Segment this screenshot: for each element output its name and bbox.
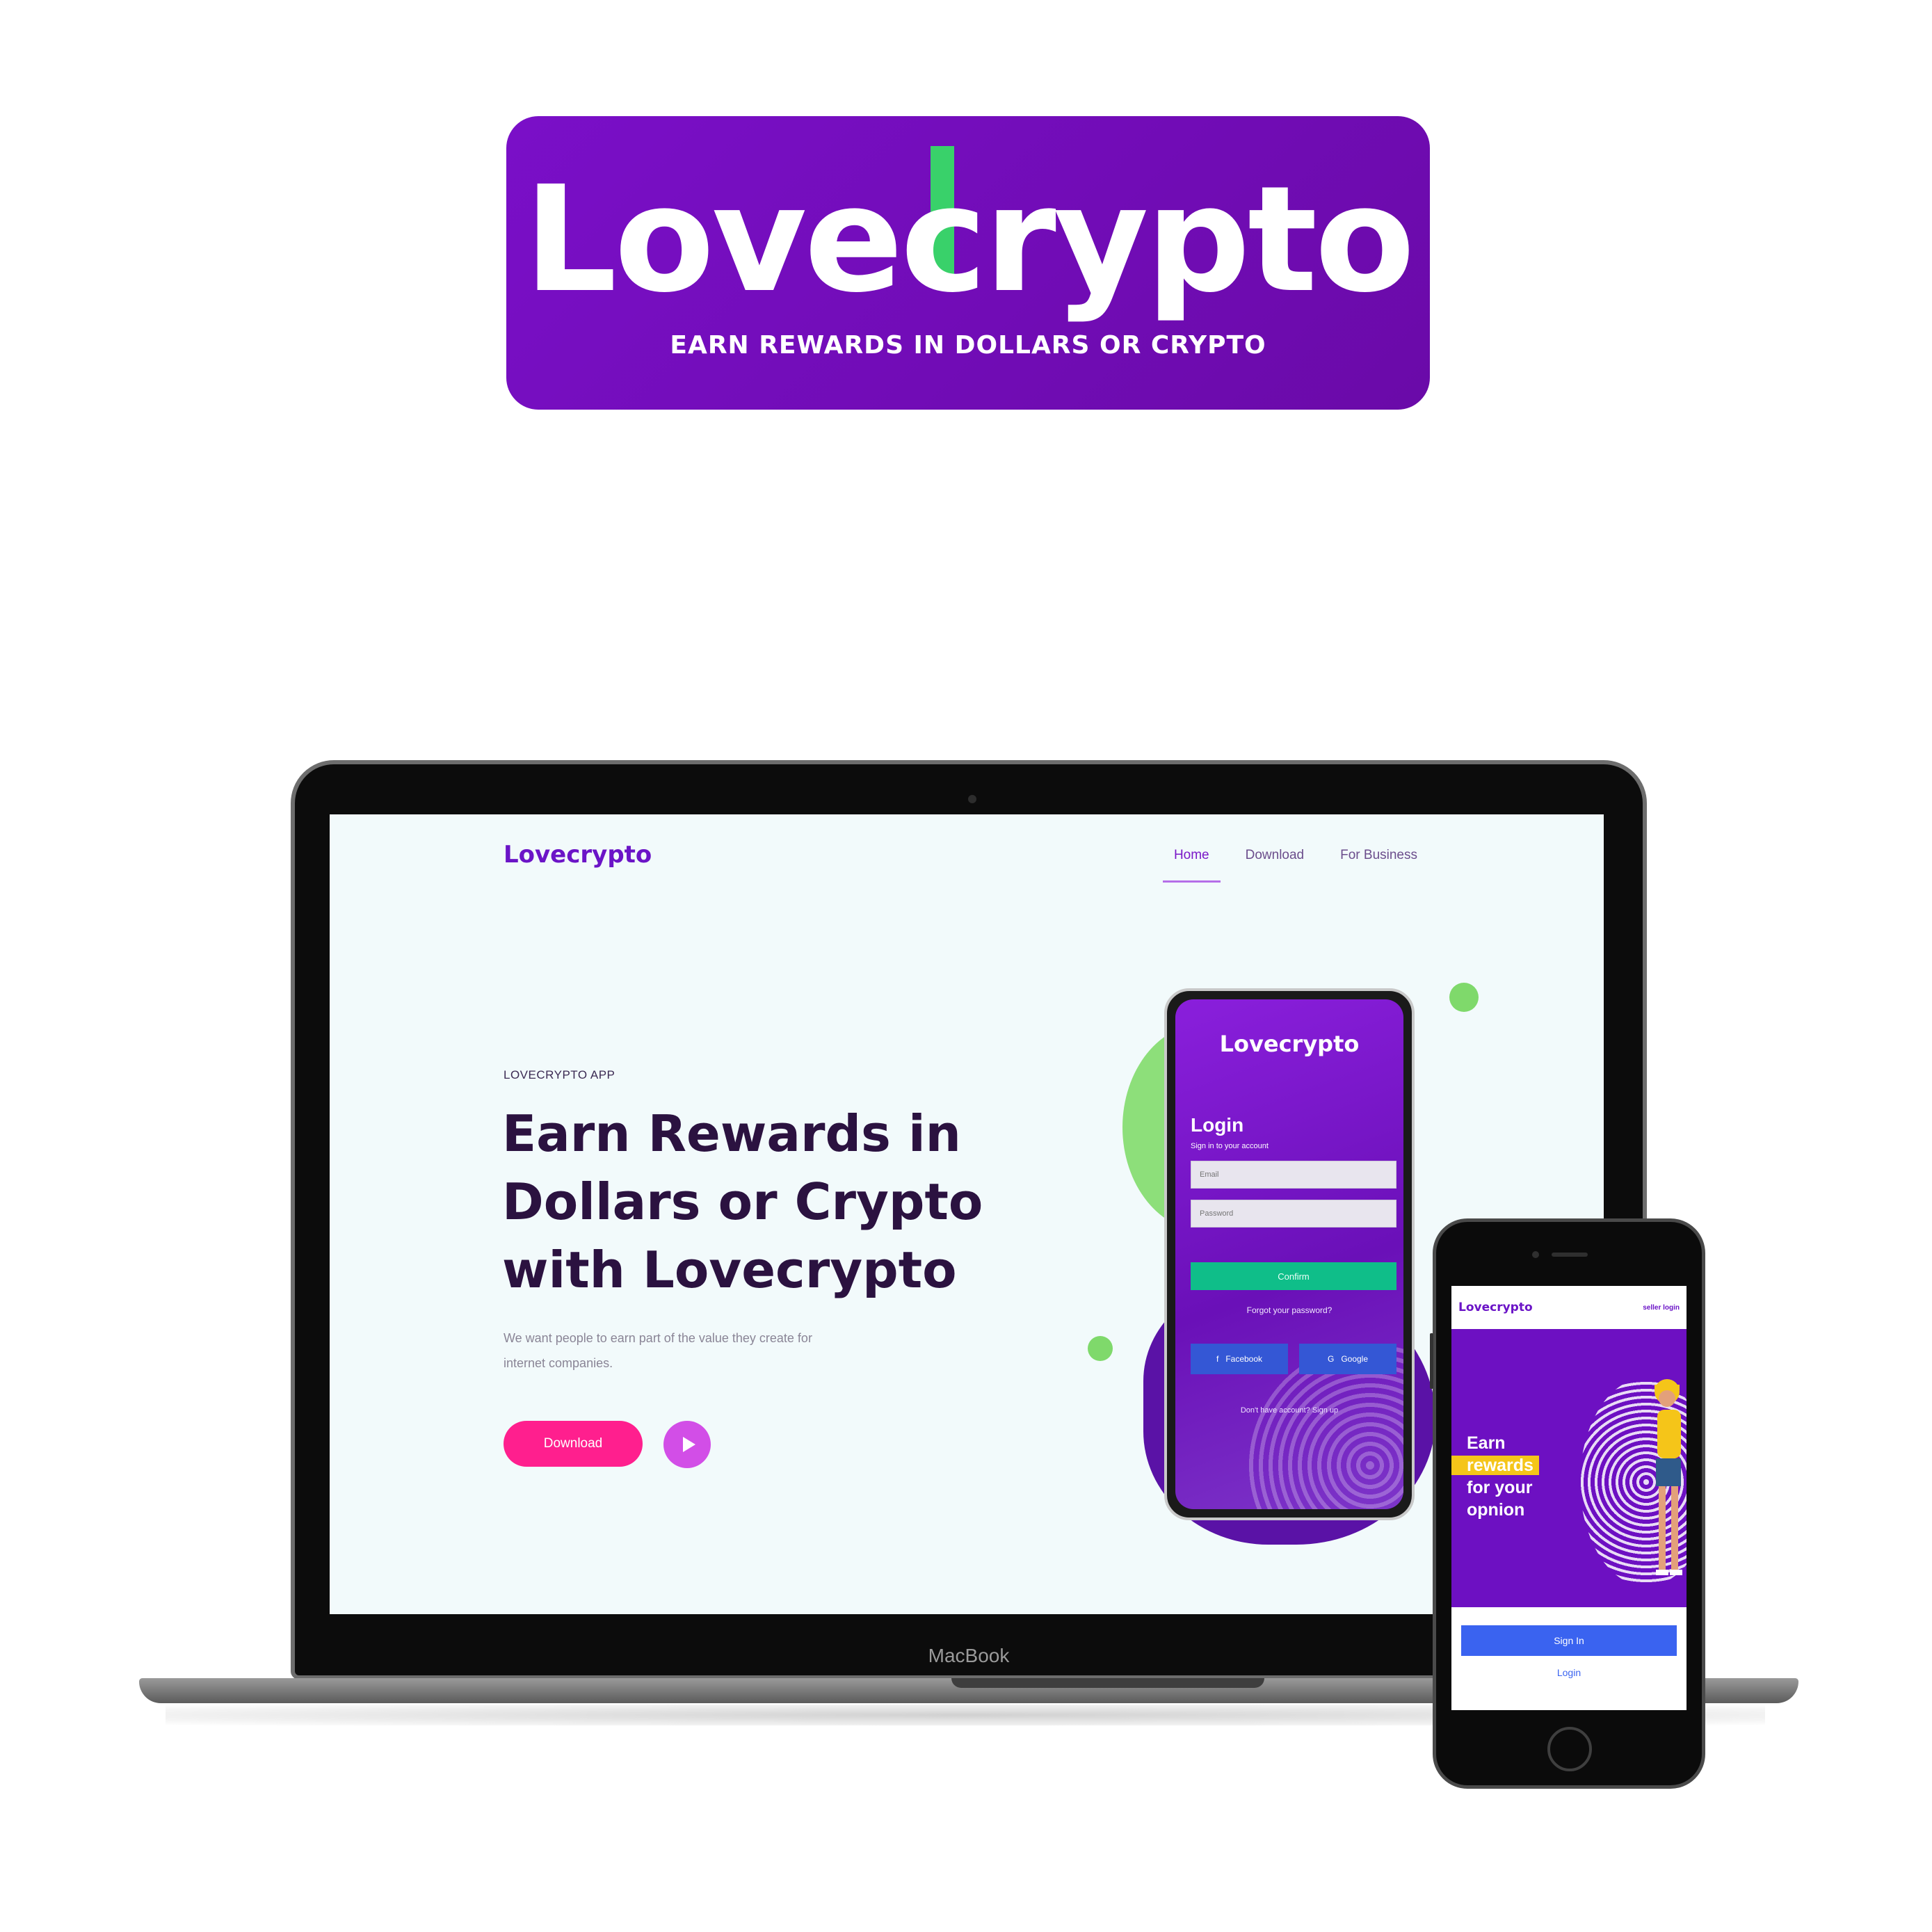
nav-home[interactable]: Home [1163, 848, 1221, 883]
login-phone-screen: Lovecrypto Login Sign in to your account… [1175, 999, 1403, 1509]
laptop-screen: Lovecrypto Home Download For Business LO… [330, 814, 1604, 1614]
logo-prefix: Love [524, 154, 903, 325]
front-camera-icon [1532, 1251, 1539, 1258]
hero-line: for your [1467, 1478, 1533, 1497]
site-logo[interactable]: Lovecrypto [504, 841, 652, 869]
hero-text: We want people to earn part of the value… [504, 1331, 812, 1370]
iphone-mockup: Lovecrypto seller login Earn rewards for… [1430, 1218, 1705, 1789]
hero-line: Earn [1467, 1433, 1506, 1453]
seller-login-link[interactable]: seller login [1643, 1304, 1680, 1312]
home-button[interactable] [1547, 1727, 1592, 1771]
webcam-icon [968, 795, 976, 803]
mobile-logo[interactable]: Lovecrypto [1458, 1301, 1533, 1314]
logo-suffix: rypto [984, 154, 1415, 325]
decor-green-dot [1449, 983, 1479, 1012]
forgot-password-link[interactable]: Forgot your password? [1175, 1305, 1403, 1315]
password-field[interactable] [1191, 1200, 1396, 1227]
brand-tagline: EARN REWARDS IN DOLLARS OR CRYPTO [670, 330, 1266, 360]
login-title: Login [1191, 1114, 1244, 1136]
person-illustration [1655, 1379, 1682, 1575]
download-button[interactable]: Download [504, 1421, 643, 1467]
mobile-hero: Earn rewards for your opnion [1451, 1329, 1687, 1607]
sign-in-button[interactable]: Sign In [1461, 1625, 1677, 1656]
facebook-button[interactable]: f Facebook [1191, 1344, 1288, 1374]
side-button [1430, 1333, 1433, 1389]
email-field[interactable] [1191, 1161, 1396, 1189]
decor-green-dot [1088, 1336, 1113, 1361]
hero-title: Earn Rewards in Dollars or Crypto with L… [502, 1104, 983, 1299]
login-link[interactable]: Login [1451, 1667, 1687, 1678]
hero-eyebrow: LOVECRYPTO APP [504, 1068, 615, 1081]
brand-banner: Lovecrypto EARN REWARDS IN DOLLARS OR CR… [506, 116, 1430, 410]
mobile-hero-text: Earn rewards for your opnion [1451, 1432, 1539, 1521]
google-icon: G [1327, 1354, 1335, 1364]
login-subtitle: Sign in to your account [1191, 1142, 1269, 1150]
nav-download[interactable]: Download [1246, 848, 1305, 863]
facebook-icon: f [1216, 1354, 1219, 1364]
signup-link[interactable]: Don't have account? Sign up [1175, 1406, 1403, 1415]
speaker-grille [1552, 1253, 1588, 1257]
hero-highlight: rewards [1451, 1456, 1539, 1475]
confirm-button[interactable]: Confirm [1191, 1262, 1396, 1290]
iphone-screen: Lovecrypto seller login Earn rewards for… [1451, 1286, 1687, 1710]
logo-accent: c [900, 145, 987, 325]
play-icon[interactable] [663, 1421, 711, 1468]
brand-logo: Lovecrypto [524, 145, 1415, 325]
laptop-hinge [951, 1678, 1264, 1688]
site-nav: Home Download For Business [1163, 848, 1417, 883]
hero-line: opnion [1467, 1500, 1525, 1520]
stage: Lovecrypto EARN REWARDS IN DOLLARS OR CR… [0, 0, 1932, 1932]
app-logo: Lovecrypto [1219, 1031, 1360, 1057]
google-label: Google [1341, 1354, 1369, 1364]
google-button[interactable]: G Google [1299, 1344, 1396, 1374]
facebook-label: Facebook [1225, 1354, 1263, 1364]
login-phone-mockup: Lovecrypto Login Sign in to your account… [1164, 988, 1415, 1520]
nav-for-business[interactable]: For Business [1340, 848, 1417, 863]
mobile-header: Lovecrypto seller login [1451, 1286, 1687, 1329]
